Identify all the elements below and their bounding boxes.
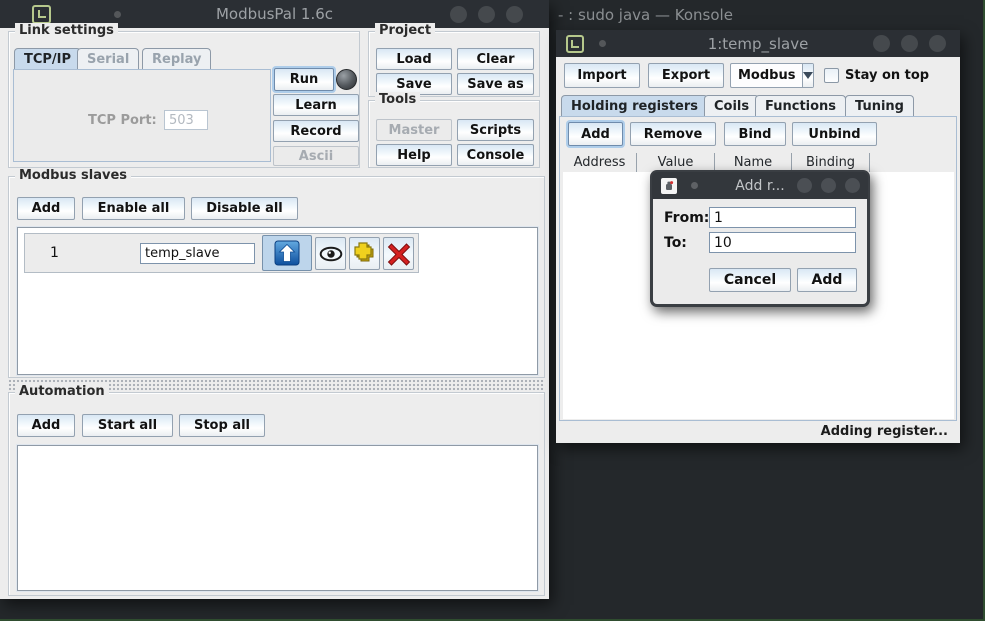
slave-id-label: 1 (50, 245, 59, 261)
column-header-address[interactable]: Address (563, 153, 637, 172)
combo-selected-value: Modbus (731, 64, 802, 87)
close-button[interactable] (929, 35, 946, 52)
project-title: Project (375, 23, 435, 39)
import-button[interactable]: Import (564, 63, 640, 88)
tcp-port-input[interactable] (164, 110, 208, 130)
modbus-slaves-title: Modbus slaves (15, 168, 131, 184)
dialog-titlebar[interactable]: Add r... (652, 172, 868, 199)
console-button[interactable]: Console (457, 144, 534, 166)
slave-enable-toggle-button[interactable] (262, 235, 312, 271)
master-button[interactable]: Master (376, 119, 452, 141)
help-button[interactable]: Help (376, 144, 452, 166)
stay-on-top-checkbox[interactable] (824, 68, 839, 83)
to-label: To: (664, 235, 687, 251)
stop-all-button[interactable]: Stop all (179, 414, 265, 437)
minimize-button[interactable] (873, 35, 890, 52)
register-add-button[interactable]: Add (568, 122, 623, 146)
disable-all-button[interactable]: Disable all (191, 197, 298, 220)
export-button[interactable]: Export (648, 63, 724, 88)
enable-all-button[interactable]: Enable all (82, 197, 185, 220)
combo-dropdown-button[interactable] (802, 64, 813, 87)
slave-list[interactable]: 1 (17, 227, 538, 375)
tools-group: Tools Master Scripts Help Console (368, 100, 540, 168)
run-button[interactable]: Run (274, 68, 334, 91)
stay-on-top-label: Stay on top (845, 68, 929, 83)
slave-add-button[interactable]: Add (17, 197, 75, 220)
duplicate-slave-button[interactable] (349, 237, 380, 270)
slave-name-input[interactable] (140, 243, 255, 264)
to-input[interactable] (709, 232, 856, 253)
show-slave-button[interactable] (315, 237, 346, 270)
maximize-button[interactable] (821, 178, 836, 193)
ascii-button[interactable]: Ascii (273, 146, 359, 166)
implementation-combo[interactable]: Modbus (730, 63, 814, 88)
register-unbind-button[interactable]: Unbind (792, 122, 877, 146)
tab-holding-registers[interactable]: Holding registers (561, 95, 708, 117)
tab-replay[interactable]: Replay (142, 48, 211, 70)
close-button[interactable] (845, 178, 860, 193)
add-register-dialog: Add r... From: To: Cancel Add (650, 170, 870, 307)
tab-tcpip[interactable]: TCP/IP (14, 48, 81, 70)
register-bind-button[interactable]: Bind (724, 122, 786, 146)
learn-button[interactable]: Learn (273, 94, 359, 116)
tab-coils[interactable]: Coils (704, 95, 759, 117)
tab-serial[interactable]: Serial (77, 48, 139, 70)
status-message: Adding register... (821, 424, 948, 439)
x-icon (387, 242, 411, 266)
register-remove-button[interactable]: Remove (630, 122, 716, 146)
modbus-slaves-group: Modbus slaves Add Enable all Disable all… (8, 176, 545, 378)
column-header-empty[interactable] (870, 153, 954, 172)
maximize-button[interactable] (901, 35, 918, 52)
run-status-led (336, 69, 357, 90)
project-group: Project Load Clear Save Save as (368, 31, 540, 97)
scripts-button[interactable]: Scripts (457, 119, 534, 141)
tab-tuning[interactable]: Tuning (845, 95, 914, 117)
delete-slave-button[interactable] (383, 237, 414, 270)
maximize-button[interactable] (478, 6, 495, 23)
temp-slave-titlebar[interactable]: 1:temp_slave (556, 30, 960, 57)
minimize-button[interactable] (450, 6, 467, 23)
close-button[interactable] (506, 6, 523, 23)
tools-title: Tools (375, 92, 420, 108)
konsole-window-title: - : sudo java — Konsole (558, 6, 733, 24)
modbuspal-window: ModbusPal 1.6c Link settings TCP/IP Seri… (0, 0, 549, 599)
save-as-button[interactable]: Save as (457, 73, 534, 95)
record-button[interactable]: Record (273, 120, 359, 142)
combo-arrow-icon (803, 72, 813, 79)
dialog-cancel-button[interactable]: Cancel (709, 268, 791, 292)
slave-row[interactable]: 1 (24, 233, 419, 273)
automation-add-button[interactable]: Add (17, 414, 75, 437)
start-all-button[interactable]: Start all (82, 414, 173, 437)
plus-icon (353, 242, 377, 266)
clear-button[interactable]: Clear (457, 48, 534, 70)
link-settings-title: Link settings (15, 23, 118, 39)
tcp-port-label: TCP Port: (88, 113, 157, 128)
dialog-add-button[interactable]: Add (797, 268, 857, 292)
automation-list[interactable] (17, 445, 538, 591)
automation-group: Automation Add Start all Stop all (8, 392, 545, 596)
link-settings-group: Link settings TCP/IP Serial Replay TCP P… (8, 31, 360, 168)
automation-title: Automation (15, 384, 109, 400)
tcpip-panel: TCP Port: (13, 69, 271, 162)
tab-functions[interactable]: Functions (755, 95, 846, 117)
load-button[interactable]: Load (376, 48, 452, 70)
up-arrow-icon (274, 240, 300, 266)
eye-icon (319, 246, 343, 262)
minimize-button[interactable] (797, 178, 812, 193)
from-input[interactable] (709, 207, 856, 228)
from-label: From: (664, 210, 709, 226)
